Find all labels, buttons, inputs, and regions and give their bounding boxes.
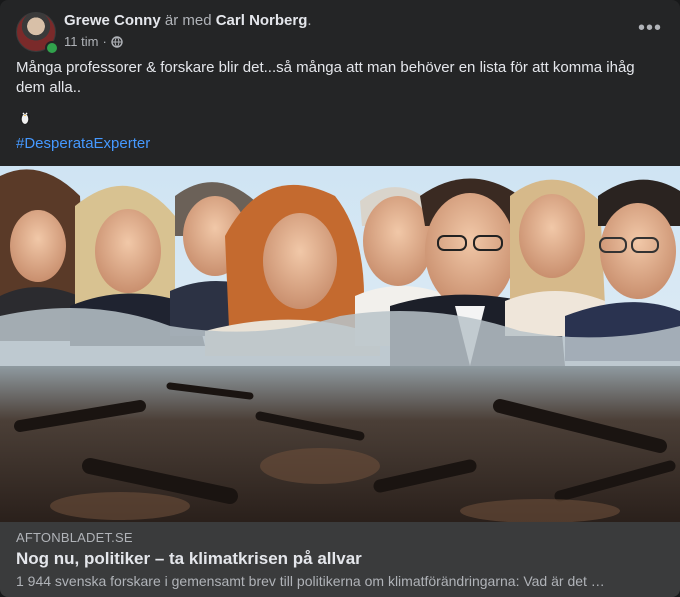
collage-image (0, 166, 680, 522)
period: . (307, 12, 312, 29)
link-preview[interactable]: AFTONBLADET.SE Nog nu, politiker – ta kl… (0, 522, 680, 597)
author-line: Grewe Conny är med Carl Norberg. (64, 12, 312, 29)
with-text: är med (164, 12, 212, 29)
penguin-icon (20, 111, 30, 125)
timestamp[interactable]: 11 tim (64, 34, 98, 49)
hashtag-link[interactable]: #DesperataExperter (16, 135, 150, 152)
post-header: Grewe Conny är med Carl Norberg. 11 tim … (16, 12, 664, 55)
post-card: Grewe Conny är med Carl Norberg. 11 tim … (0, 0, 680, 597)
post-meta: 11 tim · (64, 34, 123, 49)
author-name[interactable]: Grewe Conny (64, 12, 161, 29)
tagged-person[interactable]: Carl Norberg (216, 12, 308, 29)
online-status-dot (45, 41, 59, 55)
post-text: Många professorer & forskare blir det...… (16, 59, 635, 96)
more-options-button[interactable]: ••• (632, 14, 668, 50)
link-description: 1 944 svenska forskare i gemensamt brev … (16, 573, 605, 589)
link-domain: AFTONBLADET.SE (16, 530, 133, 545)
link-preview-image[interactable] (0, 166, 680, 522)
meta-separator: · (102, 34, 107, 49)
more-horizontal-icon: ••• (637, 17, 662, 39)
globe-icon[interactable] (111, 35, 123, 48)
link-title[interactable]: Nog nu, politiker – ta klimatkrisen på a… (16, 549, 362, 569)
